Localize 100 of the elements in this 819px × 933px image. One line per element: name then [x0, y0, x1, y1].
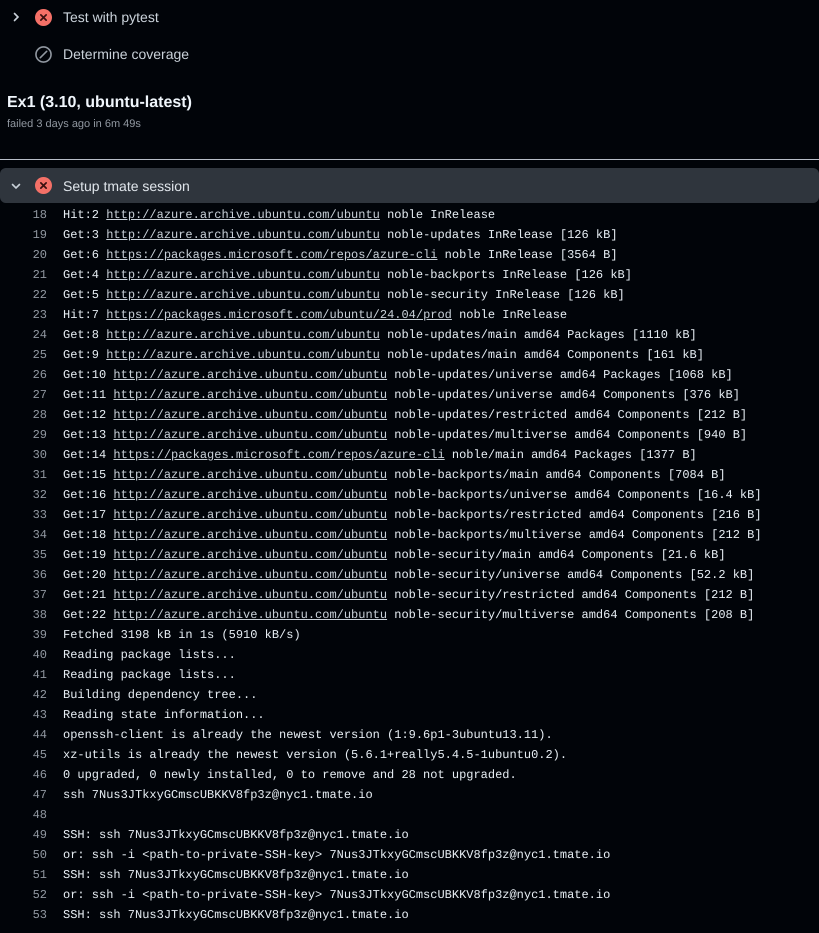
log-line: Get:21 http://azure.archive.ubuntu.com/ubuntu noble-security/restricted amd64 Components [212 B] — [63, 588, 754, 602]
log-line: or: ssh -i <path-to-private-SSH-key> 7Nus3JTkxyGCmscUBKKV8fp3z@nyc1.tmate.io — [63, 888, 610, 902]
log-line: ssh 7Nus3JTkxyGCmscUBKKV8fp3z@nyc1.tmate.io — [63, 788, 373, 802]
line-number: 53 — [32, 908, 47, 922]
log-line: Get:14 https://packages.microsoft.com/repos/azure-cli noble/main amd64 Packages [1377 B] — [63, 448, 697, 462]
log-line: Get:3 http://azure.archive.ubuntu.com/ubuntu noble-updates InRelease [126 kB] — [63, 228, 618, 242]
line-number: 39 — [32, 628, 47, 642]
line-number: 35 — [32, 548, 47, 562]
line-number: 25 — [32, 348, 47, 362]
failed-icon — [35, 8, 52, 26]
log-line: Building dependency tree... — [63, 688, 258, 702]
log-line: Get:10 http://azure.archive.ubuntu.com/ubuntu noble-updates/universe amd64 Packages [1068 kB] — [63, 368, 733, 382]
log-line: Get:6 https://packages.microsoft.com/repos/azure-cli noble InRelease [3564 B] — [63, 248, 618, 262]
step-header[interactable]: Setup tmate session — [0, 168, 819, 203]
url-link[interactable]: https://packages.microsoft.com/repos/azure-cli — [113, 448, 445, 462]
line-number: 45 — [32, 748, 47, 762]
step-name[interactable]: Determine coverage — [63, 46, 190, 62]
url-link[interactable]: https://packages.microsoft.com/repos/azure-cli — [106, 248, 438, 262]
log-line: Get:18 http://azure.archive.ubuntu.com/ubuntu noble-backports/multiverse amd64 Components [212 B] — [63, 528, 762, 542]
log-line: openssh-client is already the newest version (1:9.6p1-3ubuntu13.11). — [63, 728, 553, 742]
log-line: SSH: ssh 7Nus3JTkxyGCmscUBKKV8fp3z@nyc1.tmate.io — [63, 908, 409, 922]
log-line: Hit:2 http://azure.archive.ubuntu.com/ubuntu noble InRelease — [63, 208, 496, 222]
line-number: 47 — [32, 788, 47, 802]
line-number: 41 — [32, 668, 47, 682]
line-number: 32 — [32, 488, 47, 502]
log-line: Get:16 http://azure.archive.ubuntu.com/ubuntu noble-backports/universe amd64 Components [16.4 kB] — [63, 488, 762, 502]
url-link[interactable]: http://azure.archive.ubuntu.com/ubuntu — [113, 368, 388, 382]
url-link[interactable]: http://azure.archive.ubuntu.com/ubuntu — [106, 288, 380, 302]
log-line: Get:8 http://azure.archive.ubuntu.com/ubuntu noble-updates/main amd64 Packages [1110 kB] — [63, 328, 697, 342]
line-number: 34 — [32, 528, 47, 542]
line-number: 29 — [32, 428, 47, 442]
line-number: 31 — [32, 468, 47, 482]
log-line: Fetched 3198 kB in 1s (5910 kB/s) — [63, 628, 301, 642]
url-link[interactable]: http://azure.archive.ubuntu.com/ubuntu — [113, 568, 388, 582]
step-name[interactable]: Setup tmate session — [63, 178, 190, 194]
line-number: 33 — [32, 508, 47, 522]
line-number: 50 — [32, 848, 47, 862]
line-number: 22 — [32, 288, 47, 302]
url-link[interactable]: http://azure.archive.ubuntu.com/ubuntu — [113, 528, 388, 542]
line-number: 26 — [32, 368, 47, 382]
url-link[interactable]: http://azure.archive.ubuntu.com/ubuntu — [113, 408, 388, 422]
step-name[interactable]: Test with pytest — [63, 9, 159, 25]
log-line: Get:22 http://azure.archive.ubuntu.com/ubuntu noble-security/multiverse amd64 Components [208 B] — [63, 608, 754, 622]
line-number: 19 — [32, 228, 47, 242]
log-line: Get:4 http://azure.archive.ubuntu.com/ubuntu noble-backports InRelease [126 kB] — [63, 268, 632, 282]
line-number: 27 — [32, 388, 47, 402]
url-link[interactable]: http://azure.archive.ubuntu.com/ubuntu — [106, 228, 380, 242]
log-line: xz-utils is already the newest version (5.6.1+really5.4.5-1ubuntu0.2). — [63, 748, 568, 762]
log-line: Get:11 http://azure.archive.ubuntu.com/ubuntu noble-updates/universe amd64 Components [376 kB] — [63, 388, 740, 402]
url-link[interactable]: http://azure.archive.ubuntu.com/ubuntu — [113, 508, 388, 522]
log-line: Reading state information... — [63, 708, 265, 722]
log-line: SSH: ssh 7Nus3JTkxyGCmscUBKKV8fp3z@nyc1.tmate.io — [63, 868, 409, 882]
log-line: Get:17 http://azure.archive.ubuntu.com/ubuntu noble-backports/restricted amd64 Components [216 B] — [63, 508, 762, 522]
line-number: 48 — [32, 808, 47, 822]
failed-icon — [35, 177, 52, 194]
line-number: 42 — [32, 688, 47, 702]
job-title: Ex1 (3.10, ubuntu-latest) — [7, 94, 193, 112]
log-line: SSH: ssh 7Nus3JTkxyGCmscUBKKV8fp3z@nyc1.tmate.io — [63, 828, 409, 842]
log-line: 0 upgraded, 0 newly installed, 0 to remove and 28 not upgraded. — [63, 768, 517, 782]
log-line: Reading package lists... — [63, 648, 236, 662]
url-link[interactable]: http://azure.archive.ubuntu.com/ubuntu — [113, 468, 388, 482]
url-link[interactable]: https://packages.microsoft.com/ubuntu/24.04/prod — [106, 308, 452, 322]
log-line: Get:15 http://azure.archive.ubuntu.com/ubuntu noble-backports/main amd64 Components [7084 B] — [63, 468, 726, 482]
job-status: failed 3 days ago in 6m 49s — [7, 118, 142, 130]
line-number: 52 — [32, 888, 47, 902]
log-line: Get:20 http://azure.archive.ubuntu.com/ubuntu noble-security/universe amd64 Components [52.2 kB] — [63, 568, 754, 582]
line-number: 23 — [32, 308, 47, 322]
log-line: Get:12 http://azure.archive.ubuntu.com/ubuntu noble-updates/restricted amd64 Components [212 B] — [63, 408, 748, 422]
url-link[interactable]: http://azure.archive.ubuntu.com/ubuntu — [113, 388, 388, 402]
line-number: 40 — [32, 648, 47, 662]
log-line: Get:13 http://azure.archive.ubuntu.com/ubuntu noble-updates/multiverse amd64 Components [940 B] — [63, 428, 748, 442]
line-number: 28 — [32, 408, 47, 422]
log-line: Reading package lists... — [63, 668, 236, 682]
skipped-icon — [35, 46, 52, 62]
url-link[interactable]: http://azure.archive.ubuntu.com/ubuntu — [113, 548, 388, 562]
url-link[interactable]: http://azure.archive.ubuntu.com/ubuntu — [113, 428, 388, 442]
url-link[interactable]: http://azure.archive.ubuntu.com/ubuntu — [113, 488, 388, 502]
url-link[interactable]: http://azure.archive.ubuntu.com/ubuntu — [106, 208, 380, 222]
url-link[interactable]: http://azure.archive.ubuntu.com/ubuntu — [106, 328, 380, 342]
line-number: 21 — [32, 268, 47, 282]
line-number: 49 — [32, 828, 47, 842]
line-number: 51 — [32, 868, 47, 882]
line-number: 18 — [32, 208, 47, 222]
log-line: Get:19 http://azure.archive.ubuntu.com/ubuntu noble-security/main amd64 Components [21.6 kB] — [63, 548, 726, 562]
line-number: 46 — [32, 768, 47, 782]
line-number: 37 — [32, 588, 47, 602]
url-link[interactable]: http://azure.archive.ubuntu.com/ubuntu — [106, 268, 380, 282]
log-line: or: ssh -i <path-to-private-SSH-key> 7Nus3JTkxyGCmscUBKKV8fp3z@nyc1.tmate.io — [63, 848, 610, 862]
url-link[interactable]: http://azure.archive.ubuntu.com/ubuntu — [113, 608, 388, 622]
line-number: 38 — [32, 608, 47, 622]
line-number: 20 — [32, 248, 47, 262]
log-line: Get:9 http://azure.archive.ubuntu.com/ubuntu noble-updates/main amd64 Components [161 kB] — [63, 348, 704, 362]
line-number: 43 — [32, 708, 47, 722]
log-line: Hit:7 https://packages.microsoft.com/ubuntu/24.04/prod noble InRelease — [63, 308, 568, 322]
url-link[interactable]: http://azure.archive.ubuntu.com/ubuntu — [106, 348, 380, 362]
log-line: Get:5 http://azure.archive.ubuntu.com/ubuntu noble-security InRelease [126 kB] — [63, 288, 625, 302]
line-number: 36 — [32, 568, 47, 582]
line-number: 30 — [32, 448, 47, 462]
line-number: 44 — [32, 728, 47, 742]
url-link[interactable]: http://azure.archive.ubuntu.com/ubuntu — [113, 588, 388, 602]
